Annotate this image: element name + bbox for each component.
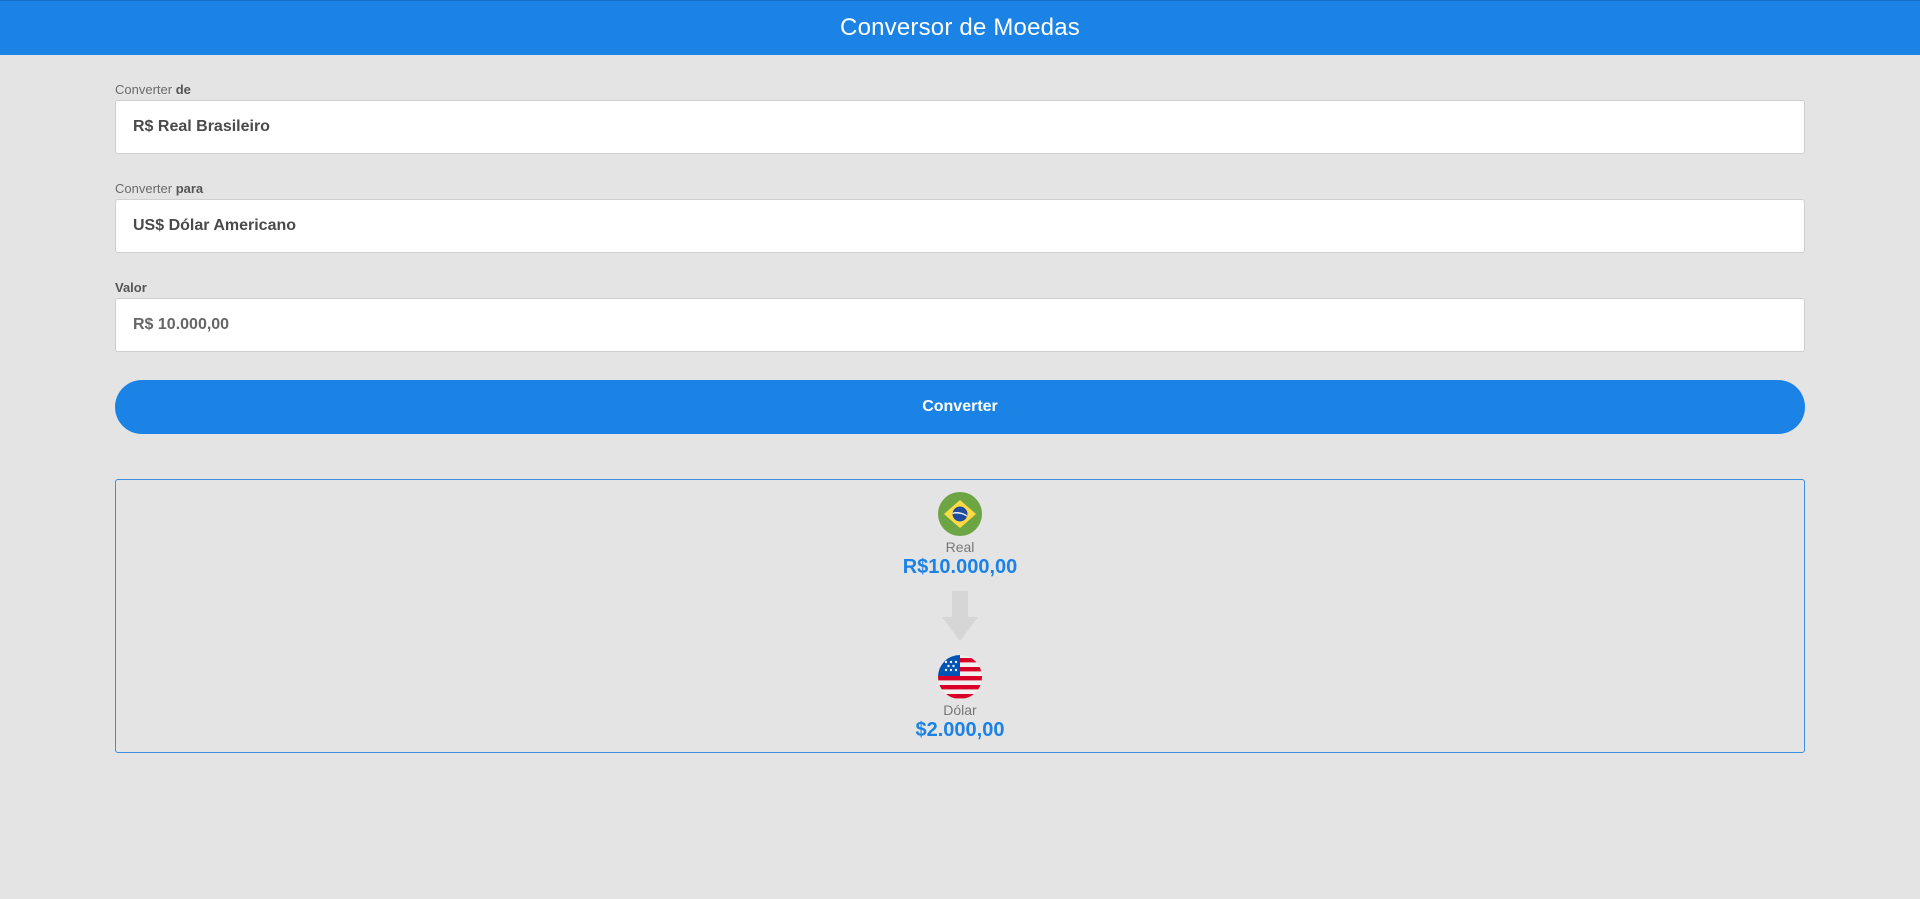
brazil-flag-icon <box>938 492 982 536</box>
source-currency-name: Real <box>945 539 975 555</box>
result-panel: Real R$10.000,00 Dólar $2.000,00 <box>115 479 1805 753</box>
to-label-prefix: Converter <box>115 181 173 196</box>
target-currency-name: Dólar <box>943 702 977 718</box>
amount-value: R$ 10.000,00 <box>133 316 230 333</box>
from-label: Converter de <box>115 82 191 97</box>
to-currency-value: US$ Dólar Americano <box>133 217 297 234</box>
to-label-emphasis: para <box>175 181 204 196</box>
from-currency-value: R$ Real Brasileiro <box>133 118 270 135</box>
source-result: Real R$10.000,00 <box>116 492 1804 578</box>
app-header: Conversor de Moedas <box>0 0 1920 55</box>
arrow-down-icon <box>942 591 978 641</box>
to-currency-select[interactable]: US$ Dólar Americano <box>115 199 1805 253</box>
from-currency-select[interactable]: R$ Real Brasileiro <box>115 100 1805 154</box>
convert-button[interactable]: Converter <box>115 380 1805 434</box>
amount-label: Valor <box>115 280 147 295</box>
amount-input[interactable]: R$ 10.000,00 <box>115 298 1805 352</box>
from-label-prefix: Converter <box>115 82 173 97</box>
from-label-emphasis: de <box>175 82 191 97</box>
to-label: Converter para <box>115 181 203 196</box>
target-amount: $2.000,00 <box>915 719 1005 741</box>
usa-flag-icon <box>938 655 982 699</box>
page-title: Conversor de Moedas <box>840 14 1080 41</box>
target-result: Dólar $2.000,00 <box>116 655 1804 741</box>
source-amount: R$10.000,00 <box>902 556 1018 578</box>
